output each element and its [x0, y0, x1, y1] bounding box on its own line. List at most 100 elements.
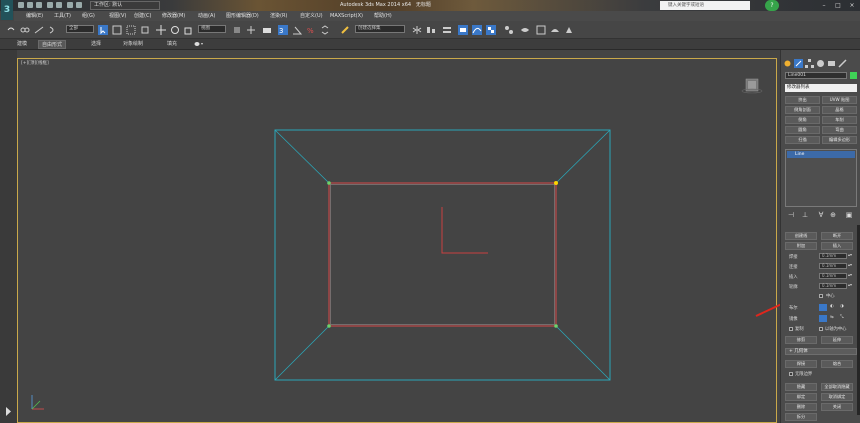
tab-populate[interactable]: 填充	[164, 40, 180, 49]
uvw-map-button[interactable]: UVW 贴图	[822, 96, 857, 104]
fetch-icon[interactable]	[76, 2, 82, 8]
boolean-intersect-icon[interactable]: ◑	[840, 304, 844, 309]
geometry-rollout-header[interactable]: + 几何体	[785, 348, 857, 355]
select-manipulate-icon[interactable]	[246, 25, 256, 35]
material-editor-icon[interactable]	[504, 25, 514, 35]
layer-manager-icon[interactable]	[442, 25, 452, 35]
mirror-horizontal-icon[interactable]	[819, 315, 827, 322]
object-color-swatch[interactable]	[850, 72, 857, 79]
rect-selection-icon[interactable]	[126, 25, 136, 35]
attach-button[interactable]: 附加	[785, 242, 817, 250]
menu-modifiers[interactable]: 修改器(M)	[162, 11, 185, 21]
save-file-icon[interactable]	[36, 2, 42, 8]
pivot-center-icon[interactable]	[232, 25, 242, 35]
redo-icon[interactable]	[56, 2, 62, 8]
unlink-icon[interactable]	[34, 25, 44, 35]
ribbon-toggle-icon[interactable]	[194, 41, 204, 47]
connect-spinner-arrows[interactable]: ▴▾	[848, 263, 852, 269]
unhide-all-button[interactable]: 全部取消隐藏	[821, 383, 853, 391]
refine-button[interactable]: 插入	[821, 242, 853, 250]
center-checkbox[interactable]	[819, 294, 823, 298]
menu-edit[interactable]: 编辑(E)	[26, 11, 43, 21]
make-unique-icon[interactable]: ∀	[817, 211, 825, 219]
menu-animation[interactable]: 动画(A)	[198, 11, 215, 21]
infinite-bounds-checkbox[interactable]	[789, 372, 793, 376]
fillet-button[interactable]: 圆角	[785, 126, 820, 134]
trim-button[interactable]: 修剪	[785, 336, 817, 344]
sweep-button[interactable]: 扫描	[785, 136, 820, 144]
snaps-toggle-icon[interactable]: 3	[278, 25, 288, 35]
bend-button[interactable]: 弯曲	[822, 126, 857, 134]
mirror-icon[interactable]	[412, 25, 422, 35]
edit-named-selection-icon[interactable]	[340, 25, 350, 35]
undo-toolbar-icon[interactable]	[6, 25, 16, 35]
3ds-max-logo-icon[interactable]: 3	[1, 0, 13, 20]
viewport-arrow-icon[interactable]	[5, 407, 12, 416]
extrude-button[interactable]: 挤出	[785, 96, 820, 104]
utilities-panel-icon[interactable]	[838, 59, 847, 68]
display-panel-icon[interactable]	[827, 59, 836, 68]
delete-button[interactable]: 删除	[785, 403, 817, 411]
boolean-subtract-icon[interactable]: ◐	[830, 304, 834, 309]
menu-customize[interactable]: 自定义(U)	[300, 11, 323, 21]
menu-rendering[interactable]: 渲染(R)	[270, 11, 287, 21]
percent-snap-icon[interactable]: %	[306, 25, 316, 35]
create-panel-icon[interactable]	[783, 59, 792, 68]
insert-spinner[interactable]: 0.1mm	[819, 273, 847, 279]
lattice-button[interactable]: 晶格	[822, 106, 857, 114]
modify-panel-icon[interactable]	[794, 59, 803, 68]
motion-panel-icon[interactable]	[816, 59, 825, 68]
insert-spinner-arrows[interactable]: ▴▾	[848, 273, 852, 279]
modifier-stack[interactable]: Line	[785, 149, 857, 207]
weld-spinner[interactable]: 0.1mm	[819, 253, 847, 259]
weld-button[interactable]: 焊接	[785, 360, 817, 368]
tab-object-paint[interactable]: 对象绘制	[120, 40, 146, 49]
rendered-frame-icon[interactable]	[536, 25, 546, 35]
curve-editor-icon[interactable]	[472, 25, 482, 35]
edit-poly-button[interactable]: 编辑多边形	[822, 136, 857, 144]
menu-group[interactable]: 组(G)	[82, 11, 95, 21]
fuse-button[interactable]: 熔合	[821, 360, 853, 368]
outline-spinner[interactable]: 0.1mm	[819, 283, 847, 289]
scale-icon[interactable]	[184, 25, 194, 35]
modifier-list-dropdown[interactable]: 修改器列表	[785, 84, 857, 92]
mirror-vertical-icon[interactable]: ⇆	[830, 315, 834, 320]
align-icon[interactable]	[426, 25, 436, 35]
divide-button[interactable]: 拆分	[785, 413, 817, 421]
boolean-union-icon[interactable]	[819, 304, 827, 311]
named-selection-set-dropdown[interactable]: 创建选择集	[355, 25, 405, 33]
angle-snap-icon[interactable]	[292, 25, 302, 35]
rotate-icon[interactable]	[170, 25, 180, 35]
create-line-button[interactable]: 创建线	[785, 232, 817, 240]
menu-tools[interactable]: 工具(T)	[54, 11, 71, 21]
copy-checkbox[interactable]	[789, 327, 793, 331]
schematic-view-icon[interactable]	[486, 25, 496, 35]
select-link-icon[interactable]	[20, 25, 30, 35]
menu-view[interactable]: 视图(V)	[109, 11, 126, 21]
outline-spinner-arrows[interactable]: ▴▾	[848, 283, 852, 289]
bevel-profile-button[interactable]: 倒角剖面	[785, 106, 820, 114]
configure-sets-icon[interactable]: ▣	[845, 211, 853, 219]
bevel-button[interactable]: 倒角	[785, 116, 820, 124]
hide-button[interactable]: 隐藏	[785, 383, 817, 391]
render-setup-icon[interactable]	[520, 25, 530, 35]
object-name-field[interactable]: Line001	[785, 72, 847, 79]
bind-space-warp-icon[interactable]	[48, 25, 58, 35]
mirror-both-icon[interactable]: ⤡	[840, 315, 843, 320]
menu-create[interactable]: 创建(C)	[134, 11, 151, 21]
help-icon[interactable]: ?	[765, 0, 779, 11]
unbind-button[interactable]: 取消绑定	[821, 393, 853, 401]
maximize-icon[interactable]: □	[834, 2, 842, 9]
bind-button[interactable]: 绑定	[785, 393, 817, 401]
tab-modeling[interactable]: 建模	[14, 40, 30, 49]
pivot-checkbox[interactable]	[819, 327, 823, 331]
menu-maxscript[interactable]: MAXScript(X)	[330, 11, 363, 21]
lathe-button[interactable]: 车削	[822, 116, 857, 124]
weld-spinner-arrows[interactable]: ▴▾	[848, 253, 852, 259]
menu-help[interactable]: 帮助(H)	[374, 11, 392, 21]
search-input[interactable]: 键入关键字或短语	[660, 1, 750, 10]
extend-button[interactable]: 延伸	[821, 336, 853, 344]
tab-selection[interactable]: 选择	[88, 40, 104, 49]
keyboard-shortcut-icon[interactable]	[262, 25, 272, 35]
select-by-name-icon[interactable]	[112, 25, 122, 35]
